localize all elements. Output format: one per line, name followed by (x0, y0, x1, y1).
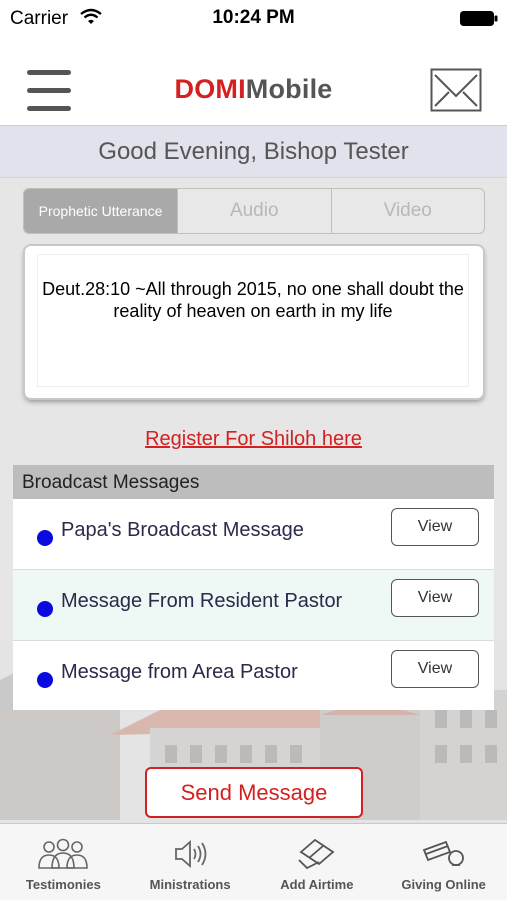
tab-audio[interactable]: Audio (177, 189, 331, 233)
brand-mobile: Mobile (245, 74, 333, 104)
message-title: Message From Resident Pastor (61, 590, 343, 612)
tab-add-airtime[interactable]: Add Airtime (254, 824, 381, 900)
tab-label: Ministrations (149, 877, 231, 892)
utterance-text: Deut.28:10 ~All through 2015, no one sha… (37, 254, 469, 387)
tab-label: Giving Online (401, 877, 486, 892)
battery-icon (460, 11, 498, 26)
nav-bar: DOMIMobile (0, 36, 507, 126)
bullet-dot (37, 601, 53, 617)
tab-prophetic-utterance[interactable]: Prophetic Utterance (24, 189, 177, 233)
tab-label: Testimonies (25, 877, 101, 892)
list-item: Message from Area Pastor View (13, 641, 494, 710)
view-button[interactable]: View (391, 508, 479, 546)
send-message-button[interactable]: Send Message (145, 767, 363, 818)
prophetic-utterance-card: Deut.28:10 ~All through 2015, no one sha… (25, 246, 483, 398)
message-title: Papa's Broadcast Message (61, 519, 304, 541)
brand-domi: DOMI (174, 74, 246, 104)
bullet-dot (37, 672, 53, 688)
mail-icon[interactable] (430, 68, 482, 112)
speaker-icon (175, 840, 207, 868)
tab-label: Add Airtime (280, 877, 354, 892)
tab-ministrations[interactable]: Ministrations (127, 824, 254, 900)
tab-testimonies[interactable]: Testimonies (0, 824, 127, 900)
content-type-segmented-control: Prophetic Utterance Audio Video (23, 188, 485, 234)
message-title: Message from Area Pastor (61, 661, 298, 683)
register-shiloh-link[interactable]: Register For Shiloh here (0, 428, 507, 451)
clock: 10:24 PM (212, 7, 295, 28)
phone-card-icon (298, 838, 335, 870)
view-button[interactable]: View (391, 579, 479, 617)
broadcast-header: Broadcast Messages (13, 465, 494, 499)
tab-giving-online[interactable]: Giving Online (380, 824, 507, 900)
view-button[interactable]: View (391, 650, 479, 688)
list-item: Message From Resident Pastor View (13, 570, 494, 641)
greeting-banner: Good Evening, Bishop Tester (0, 126, 507, 178)
broadcast-messages-panel: Broadcast Messages Papa's Broadcast Mess… (13, 465, 494, 710)
people-icon (38, 838, 89, 869)
bullet-dot (37, 530, 53, 546)
credit-card-icon (422, 840, 464, 866)
bottom-tab-bar: Testimonies Ministrations Add Airtime Gi… (0, 823, 507, 900)
hamburger-line (27, 106, 71, 111)
status-bar: Carrier 10:24 PM (0, 0, 507, 36)
tab-video[interactable]: Video (330, 189, 485, 233)
list-item: Papa's Broadcast Message View (13, 499, 494, 570)
